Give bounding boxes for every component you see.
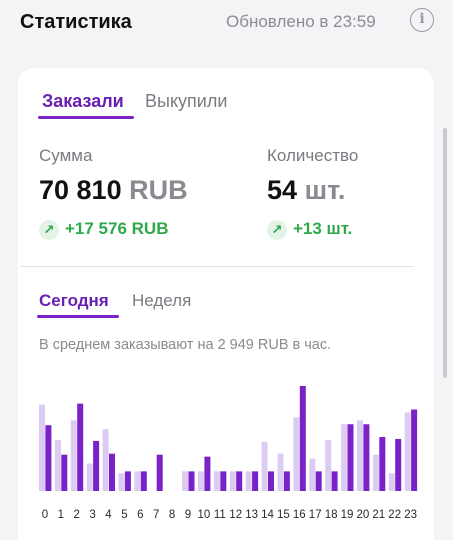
bar-hour-2-series-1 bbox=[70, 420, 77, 491]
bar-hour-16-series-1 bbox=[293, 417, 300, 491]
page-title: Статистика bbox=[20, 11, 132, 33]
bar-hour-13-series-2 bbox=[252, 471, 259, 491]
tab-today-underline bbox=[37, 315, 119, 318]
x-tick-label: 9 bbox=[185, 509, 191, 521]
bar-hour-20-series-1 bbox=[357, 420, 363, 491]
bar-hour-12-series-2 bbox=[236, 471, 243, 491]
x-tick-label: 2 bbox=[73, 509, 79, 521]
qty-label: Количество bbox=[267, 146, 359, 165]
x-tick-label: 22 bbox=[388, 509, 401, 521]
bar-hour-0-series-1 bbox=[39, 404, 45, 491]
tab-ordered[interactable]: Заказали bbox=[42, 91, 124, 112]
x-tick-label: 17 bbox=[309, 509, 322, 521]
x-tick-label: 12 bbox=[229, 509, 242, 521]
bar-hour-4-series-1 bbox=[102, 429, 109, 491]
x-tick-label: 21 bbox=[372, 509, 385, 521]
sum-value: 70 810 RUB bbox=[39, 175, 188, 206]
x-tick-label: 13 bbox=[245, 509, 258, 521]
bar-hour-5-series-2 bbox=[124, 471, 131, 491]
bar-hour-4-series-2 bbox=[109, 453, 115, 491]
scrollbar[interactable] bbox=[443, 128, 447, 378]
x-tick-label: 15 bbox=[277, 509, 290, 521]
bar-hour-5-series-1 bbox=[118, 473, 125, 491]
bar-hour-18-series-2 bbox=[331, 471, 338, 491]
bar-hour-13-series-1 bbox=[245, 471, 252, 491]
x-tick-label: 20 bbox=[357, 509, 370, 521]
bar-hour-1-series-1 bbox=[54, 439, 61, 491]
bar-hour-3-series-2 bbox=[93, 440, 100, 491]
bar-hour-22-series-2 bbox=[395, 438, 402, 491]
qty-amount: 54 bbox=[267, 175, 298, 205]
divider bbox=[20, 266, 414, 267]
x-tick-label: 5 bbox=[121, 509, 127, 521]
qty-delta: +13 шт. bbox=[293, 219, 353, 238]
tab-week[interactable]: Неделя bbox=[132, 291, 191, 311]
arrow-up-right-icon: ↗ bbox=[39, 220, 59, 240]
bar-hour-15-series-1 bbox=[277, 453, 284, 491]
x-tick-label: 16 bbox=[293, 509, 306, 521]
bar-hour-21-series-2 bbox=[379, 437, 386, 491]
x-tick-label: 7 bbox=[153, 509, 159, 521]
x-tick-label: 4 bbox=[105, 509, 112, 521]
bar-hour-23-series-1 bbox=[404, 412, 411, 491]
bar-hour-0-series-2 bbox=[45, 425, 52, 491]
x-tick-label: 6 bbox=[137, 509, 143, 521]
bar-hour-6-series-2 bbox=[140, 471, 147, 491]
x-tick-label: 1 bbox=[58, 509, 64, 521]
bar-hour-7-series-2 bbox=[156, 454, 163, 491]
bar-hour-17-series-1 bbox=[309, 458, 316, 491]
bar-hour-10-series-2 bbox=[204, 456, 211, 491]
x-tick-label: 14 bbox=[261, 509, 274, 521]
sum-unit: RUB bbox=[129, 175, 188, 205]
arrow-up-right-icon: ↗ bbox=[267, 220, 287, 240]
sum-delta: +17 576 RUB bbox=[65, 219, 169, 238]
bar-hour-1-series-2 bbox=[61, 454, 68, 491]
bar-hour-23-series-2 bbox=[411, 409, 418, 491]
bar-hour-15-series-2 bbox=[283, 471, 290, 491]
tab-today[interactable]: Сегодня bbox=[39, 291, 109, 311]
bar-hour-14-series-2 bbox=[268, 471, 274, 491]
bar-hour-9-series-1 bbox=[182, 471, 189, 491]
bar-hour-22-series-1 bbox=[388, 473, 395, 491]
updated-timestamp: Обновлено в 23:59 bbox=[226, 12, 376, 31]
average-text: В среднем заказывают на 2 949 RUB в час. bbox=[39, 337, 332, 353]
bar-hour-20-series-2 bbox=[363, 424, 370, 491]
x-tick-label: 19 bbox=[341, 509, 354, 521]
qty-unit: шт. bbox=[304, 175, 346, 205]
bar-hour-9-series-2 bbox=[188, 471, 195, 491]
info-icon[interactable]: i bbox=[410, 8, 434, 32]
bar-hour-6-series-1 bbox=[134, 471, 141, 491]
bar-hour-10-series-1 bbox=[198, 471, 204, 491]
bar-hour-3-series-1 bbox=[86, 463, 93, 491]
x-tick-label: 10 bbox=[198, 509, 211, 521]
bar-hour-2-series-2 bbox=[77, 403, 84, 491]
bar-hour-21-series-1 bbox=[372, 454, 379, 491]
bar-hour-12-series-1 bbox=[229, 471, 236, 491]
x-tick-label: 11 bbox=[214, 509, 226, 521]
top-bar: Статистика Обновлено в 23:59 i bbox=[0, 0, 453, 48]
bar-hour-11-series-2 bbox=[220, 471, 227, 491]
x-tick-label: 18 bbox=[325, 509, 338, 521]
tab-bought[interactable]: Выкупили bbox=[145, 91, 227, 112]
x-tick-label: 3 bbox=[89, 509, 95, 521]
bar-hour-16-series-2 bbox=[299, 385, 306, 491]
x-tick-label: 23 bbox=[404, 509, 417, 521]
hourly-orders-chart: 0 1 2 3 4 5 6 7 8 9 10 11 12 13 14 15 16 17 18 19 20 21 22 23 bbox=[39, 385, 418, 521]
qty-value: 54 шт. bbox=[267, 175, 345, 206]
bar-hour-18-series-1 bbox=[325, 439, 332, 491]
bar-hour-14-series-1 bbox=[261, 441, 268, 491]
bar-hour-19-series-2 bbox=[347, 424, 354, 491]
x-tick-label: 8 bbox=[169, 509, 175, 521]
sum-amount: 70 810 bbox=[39, 175, 122, 205]
bar-hour-11-series-1 bbox=[213, 471, 220, 491]
bar-hour-17-series-2 bbox=[315, 471, 322, 491]
sum-label: Сумма bbox=[39, 146, 93, 165]
x-tick-label: 0 bbox=[42, 509, 48, 521]
tab-ordered-underline bbox=[38, 116, 134, 119]
bar-hour-19-series-1 bbox=[341, 424, 348, 491]
